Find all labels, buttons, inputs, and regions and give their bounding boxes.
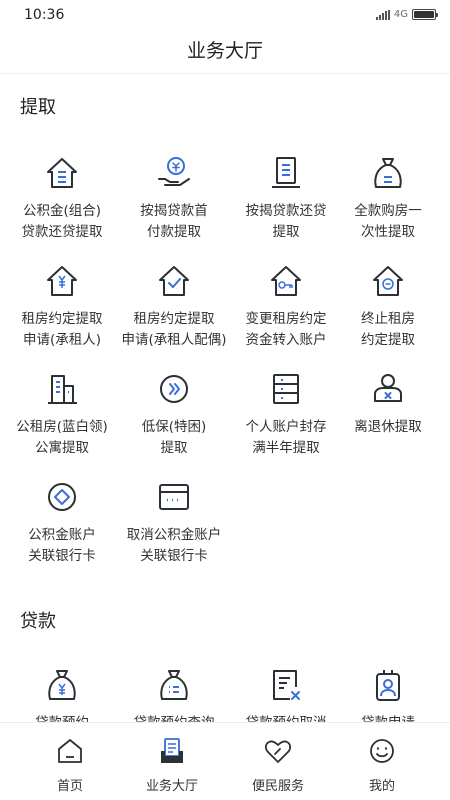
home-icon xyxy=(56,737,84,765)
hall-icon xyxy=(158,737,186,765)
service-item-retirement[interactable]: 离退休提取 xyxy=(332,371,444,471)
status-time: 10:36 xyxy=(24,7,65,23)
business-hall-content[interactable]: 提取 公积金(组合) 贷款还贷提取 按揭贷款首 付款提取 按揭贷款还贷 提取 全款购房… xyxy=(0,75,450,722)
service-label-line1: 全款购房一 xyxy=(354,203,422,219)
service-label-line1: 低保(特困) xyxy=(141,419,207,435)
document-cancel-icon xyxy=(268,667,304,703)
service-label-line1: 按揭贷款首 xyxy=(140,203,208,219)
service-label-line1: 个人账户封存 xyxy=(245,419,327,435)
tab-label: 我的 xyxy=(368,779,395,794)
network-type: 4G xyxy=(393,9,408,20)
service-item-sealed-account[interactable]: 个人账户封存 满半年提取 xyxy=(230,371,342,471)
service-label-line1: 公积金账户 xyxy=(28,527,96,543)
service-label-line2: 贷款还贷提取 xyxy=(21,224,103,240)
house-list-icon xyxy=(44,155,80,191)
money-bag-list-icon xyxy=(156,667,192,703)
heart-icon xyxy=(264,737,292,765)
service-label-line1: 租房约定提取 xyxy=(21,311,103,327)
building-icon xyxy=(44,371,80,407)
service-label-line2: 申请(承租人配偶) xyxy=(121,332,227,348)
service-label-line1: 贷款预约 xyxy=(6,713,118,722)
service-item-public-rental[interactable]: 公租房(蓝白领) 公寓提取 xyxy=(6,371,118,471)
service-item-loan-appointment[interactable]: 贷款预约 xyxy=(6,667,118,722)
house-check-icon xyxy=(156,263,192,299)
house-yen-icon xyxy=(44,263,80,299)
signal-icon xyxy=(375,9,390,20)
service-item-loan-appointment-cancel[interactable]: 贷款预约取消 xyxy=(230,667,342,722)
service-label-line1: 取消公积金账户 xyxy=(126,527,222,543)
service-label-line2: 次性提取 xyxy=(361,224,415,240)
service-label-line1: 变更租房约定 xyxy=(245,311,327,327)
house-key-icon xyxy=(268,263,304,299)
service-label-line2: 公寓提取 xyxy=(35,440,89,456)
tab-convenience-services[interactable]: 便民服务 xyxy=(222,723,334,800)
service-label-line1: 终止租房 xyxy=(361,311,415,327)
status-indicators: 4G xyxy=(375,9,438,20)
tab-label: 便民服务 xyxy=(251,779,304,794)
service-item-full-payment-purchase[interactable]: 全款购房一 次性提取 xyxy=(332,155,444,255)
archive-icon xyxy=(268,371,304,407)
section-title-loans: 贷款 xyxy=(20,611,56,632)
service-label-line2: 提取 xyxy=(272,224,300,240)
smiley-icon xyxy=(368,737,396,765)
service-label-line2: 提取 xyxy=(160,440,188,456)
page-title: 业务大厅 xyxy=(0,32,450,74)
service-item-mortgage-down-payment[interactable]: 按揭贷款首 付款提取 xyxy=(118,155,230,255)
service-label-line1: 租房约定提取 xyxy=(133,311,215,327)
service-label-line1: 公租房(蓝白领) xyxy=(16,419,108,435)
double-chevron-icon xyxy=(156,371,192,407)
tab-mine[interactable]: 我的 xyxy=(326,723,438,800)
service-label-line1: 按揭贷款还贷 xyxy=(245,203,327,219)
service-label-line1: 离退休提取 xyxy=(354,419,422,435)
service-label-line1: 贷款预约取消 xyxy=(230,713,342,722)
hand-coin-icon xyxy=(156,155,192,191)
service-label-line2: 资金转入账户 xyxy=(245,332,327,348)
tab-business-hall[interactable]: 业务大厅 xyxy=(116,723,228,800)
service-label-line2: 约定提取 xyxy=(361,332,415,348)
money-bag-icon xyxy=(370,155,406,191)
tab-label: 业务大厅 xyxy=(145,779,198,794)
house-minus-icon xyxy=(370,263,406,299)
retiree-icon xyxy=(370,371,406,407)
section-title-withdrawal: 提取 xyxy=(20,97,56,118)
service-item-change-rental-account[interactable]: 变更租房约定 资金转入账户 xyxy=(230,263,342,363)
service-item-low-income[interactable]: 低保(特困) 提取 xyxy=(118,371,230,471)
service-label-line1: 贷款申请 xyxy=(332,713,444,722)
service-item-terminate-rental[interactable]: 终止租房 约定提取 xyxy=(332,263,444,363)
status-bar: 10:36 4G xyxy=(0,0,450,32)
tab-label: 首页 xyxy=(56,779,83,794)
money-bag-yen-icon xyxy=(44,667,80,703)
service-label-line1: 公积金(组合) xyxy=(22,203,102,219)
tab-home[interactable]: 首页 xyxy=(14,723,126,800)
service-item-link-bank-card[interactable]: 公积金账户关联银行卡 xyxy=(6,479,118,579)
bank-card-icon xyxy=(156,479,192,515)
diamond-circle-icon xyxy=(44,479,80,515)
service-label-line2: 关联银行卡 xyxy=(140,548,208,564)
service-item-rental-spouse[interactable]: 租房约定提取 申请(承租人配偶) xyxy=(118,263,230,363)
receipt-icon xyxy=(268,155,304,191)
battery-icon xyxy=(412,9,438,20)
service-label-line2: 关联银行卡 xyxy=(28,548,96,564)
service-item-rental-tenant[interactable]: 租房约定提取 申请(承租人) xyxy=(6,263,118,363)
service-item-combined-loan-withdrawal[interactable]: 公积金(组合) 贷款还贷提取 xyxy=(6,155,118,255)
service-label-line1: 贷款预约查询 xyxy=(118,713,230,722)
service-label-line2: 付款提取 xyxy=(147,224,201,240)
service-item-loan-application[interactable]: 贷款申请 xyxy=(332,667,444,722)
service-item-unlink-bank-card[interactable]: 取消公积金账户 关联银行卡 xyxy=(118,479,230,579)
bottom-tab-bar: 首页 业务大厅 便民服务 我的 xyxy=(0,722,450,800)
service-item-mortgage-repayment[interactable]: 按揭贷款还贷 提取 xyxy=(230,155,342,255)
id-badge-icon xyxy=(370,667,406,703)
service-label-line2: 满半年提取 xyxy=(252,440,320,456)
service-label-line2: 申请(承租人) xyxy=(22,332,102,348)
service-item-loan-appointment-query[interactable]: 贷款预约查询 xyxy=(118,667,230,722)
